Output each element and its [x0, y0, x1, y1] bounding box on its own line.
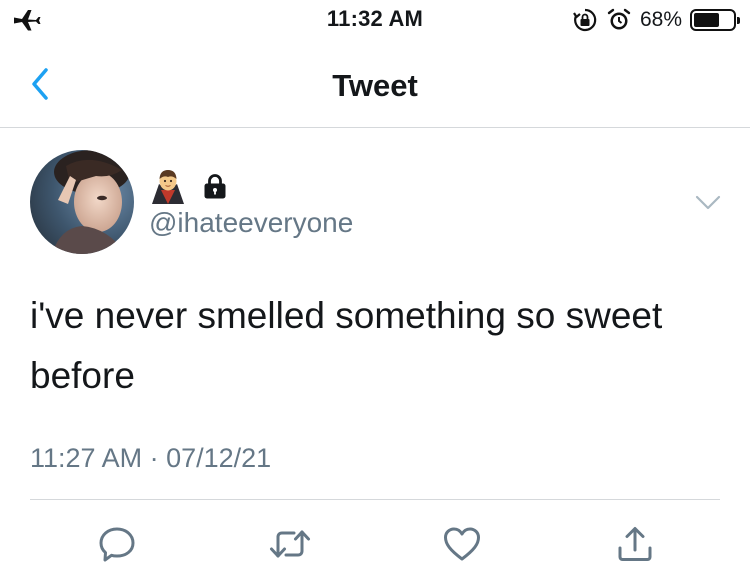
like-button[interactable]	[440, 522, 484, 566]
battery-icon	[690, 9, 740, 31]
vampire-emoji	[152, 170, 184, 204]
retweet-button[interactable]	[268, 522, 312, 566]
alarm-icon	[607, 8, 631, 30]
user-handle[interactable]: @ihateeveryone	[149, 207, 353, 239]
avatar[interactable]	[30, 150, 134, 254]
battery-percent: 68%	[639, 8, 682, 31]
divider	[30, 499, 720, 500]
battery-fill	[694, 13, 719, 27]
tweet-timestamp[interactable]: 11:27 AM · 07/12/21	[30, 443, 271, 474]
chevron-down-icon[interactable]	[694, 194, 722, 212]
nav-bar: Tweet	[0, 52, 750, 128]
page-title: Tweet	[332, 68, 418, 103]
rotation-lock-icon	[573, 8, 597, 32]
status-bar: 11:32 AM 68%	[0, 0, 750, 40]
status-right-group: 68%	[572, 6, 740, 34]
reply-button[interactable]	[95, 522, 139, 566]
lock-icon	[204, 174, 226, 199]
share-icon	[618, 527, 652, 561]
retweet-icon	[270, 530, 310, 558]
display-name	[149, 168, 229, 204]
share-button[interactable]	[613, 522, 657, 566]
like-icon	[444, 527, 480, 561]
reply-icon	[99, 527, 135, 562]
tweet-text: i've never smelled something so sweet be…	[30, 295, 663, 396]
battery-nub	[737, 17, 740, 24]
